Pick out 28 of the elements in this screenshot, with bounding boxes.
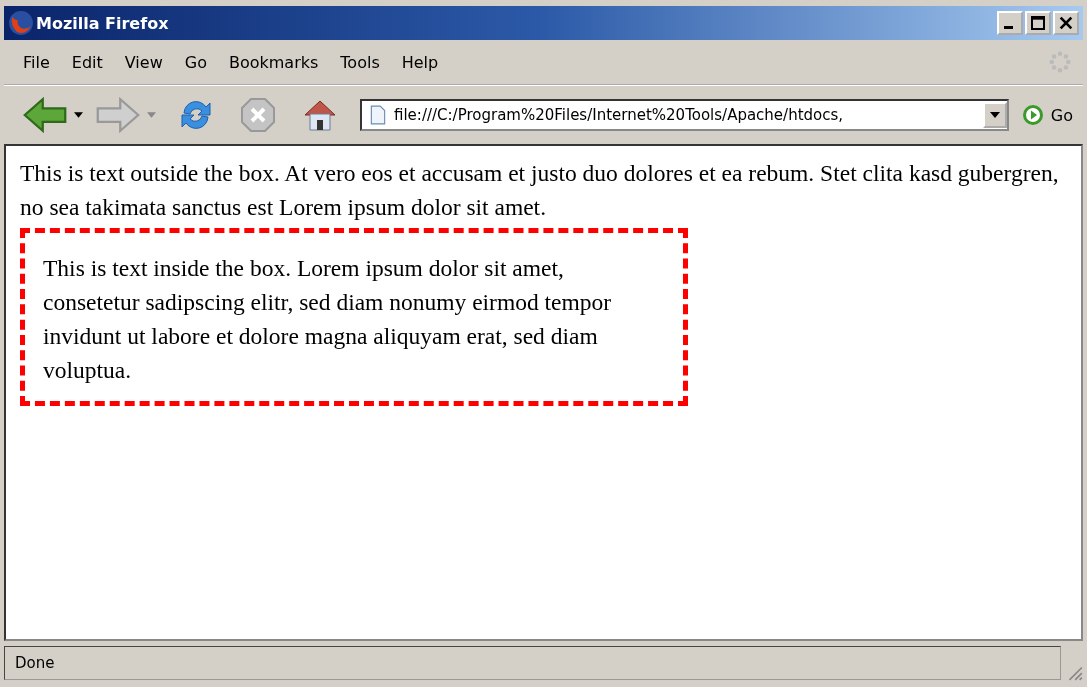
window-title: Mozilla Firefox [36, 13, 170, 33]
menu-item[interactable]: Go [173, 52, 218, 72]
minimize-icon [1004, 26, 1013, 29]
paragraph: This is text outside the box. At vero eos et accusam et justo duo dolores et ea rebum. Stet clita kasd gubergren, no sea takimata sanctus est Lorem ipsum dolor sit amet. [20, 159, 1060, 222]
minimize-button[interactable] [997, 11, 1023, 35]
throbber-icon [1049, 51, 1071, 73]
close-button[interactable] [1053, 11, 1079, 35]
address-field[interactable]: file:///C:/Program%20Files/Internet%20Tools/Apache/htdocs, [360, 99, 1009, 131]
maximize-button[interactable] [1025, 11, 1051, 35]
menu-item[interactable]: Bookmarks [217, 52, 330, 72]
maximize-icon [1029, 15, 1047, 31]
caret-icon[interactable] [74, 111, 83, 119]
back-arrow-icon[interactable] [22, 97, 68, 133]
globe-icon [8, 10, 34, 36]
menu-item[interactable]: Edit [60, 52, 114, 72]
menu-item[interactable]: Tools [329, 52, 391, 72]
stop-icon[interactable] [240, 97, 276, 133]
dropdown-button[interactable] [982, 102, 1007, 128]
play-icon [1022, 105, 1043, 125]
box-paragraph: This is text inside the box. Lorem ipsum dolor sit amet, consetetur sadipscing elitr, sed diam nonumy eirmod tempor invidunt ut labore et dolore magna aliquyam erat, sed diam voluptua. [43, 254, 613, 385]
caret-icon [989, 112, 1000, 118]
go-button[interactable]: Go [1014, 105, 1083, 125]
close-icon [1057, 15, 1075, 31]
page-icon [370, 105, 386, 125]
menu-item[interactable]: File [12, 52, 61, 72]
menu-item[interactable]: View [113, 52, 174, 72]
menu-item[interactable]: Help [390, 52, 450, 72]
status-text: Done [4, 646, 1061, 680]
